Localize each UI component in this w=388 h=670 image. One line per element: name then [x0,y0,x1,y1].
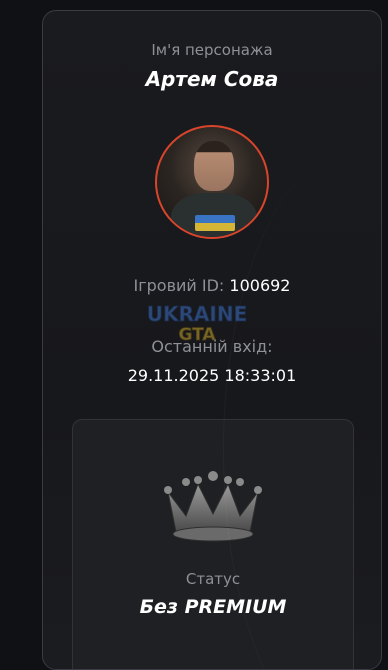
profile-card: Ім'я персонажа Артем Сова Ігровий ID: 10… [42,10,382,670]
watermark-line1: UKRAINE [147,303,247,326]
game-id-value: 100692 [229,276,291,295]
avatar-shirt-logo [195,215,235,231]
crown-icon [164,471,262,542]
avatar [155,125,269,239]
status-value: Без PREMIUM [139,596,287,618]
character-name-label: Ім'я персонажа [151,41,273,59]
last-login-value: 29.11.2025 18:33:01 [127,366,297,385]
game-id-label: Ігровий ID: [133,276,225,295]
last-login-label: Останній вхід: [151,337,273,356]
game-id-row: Ігровий ID: 100692 [43,276,381,295]
status-panel: Статус Без PREMIUM [72,419,354,669]
character-name: Артем Сова [145,67,279,91]
avatar-head [194,141,234,191]
status-label: Статус [185,570,241,588]
